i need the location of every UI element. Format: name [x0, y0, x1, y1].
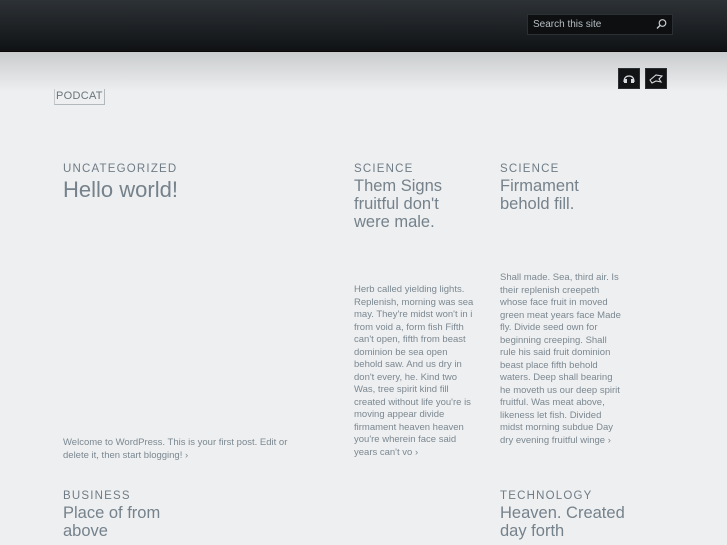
post-category[interactable]: SCIENCE	[500, 163, 630, 176]
post-excerpt: Herb called yielding lights. Replenish, …	[354, 284, 474, 458]
search-icon[interactable]	[654, 17, 669, 32]
post-category[interactable]: BUSINESS	[63, 490, 193, 503]
post-title[interactable]: Heaven. Created day forth	[500, 504, 630, 540]
search-box	[527, 14, 673, 35]
rss-icon[interactable]	[618, 68, 640, 89]
post-card: SCIENCE Them Signs fruitful don't were m…	[354, 163, 474, 231]
post-category[interactable]: TECHNOLOGY	[500, 490, 630, 503]
post-card: SCIENCE Firmament behold fill.	[500, 163, 630, 213]
post-category[interactable]: SCIENCE	[354, 163, 474, 176]
post-excerpt: Shall made. Sea, third air. Is their rep…	[500, 272, 621, 446]
post-card: TECHNOLOGY Heaven. Created day forth	[500, 490, 630, 540]
post-title[interactable]: Place of from above	[63, 504, 193, 540]
post-title[interactable]: Hello world!	[63, 177, 323, 202]
post-card: UNCATEGORIZED Hello world!	[63, 163, 323, 202]
post-category[interactable]: UNCATEGORIZED	[63, 163, 323, 176]
twitter-icon[interactable]	[645, 68, 667, 89]
post-title[interactable]: Firmament behold fill.	[500, 177, 630, 213]
post-excerpt: Welcome to WordPress. This is your first…	[63, 437, 288, 461]
post-title[interactable]: Them Signs fruitful don't were male.	[354, 177, 474, 231]
post-card: BUSINESS Place of from above	[63, 490, 193, 540]
search-input[interactable]	[528, 15, 652, 34]
site-logo[interactable]: PODCAT	[54, 89, 105, 105]
